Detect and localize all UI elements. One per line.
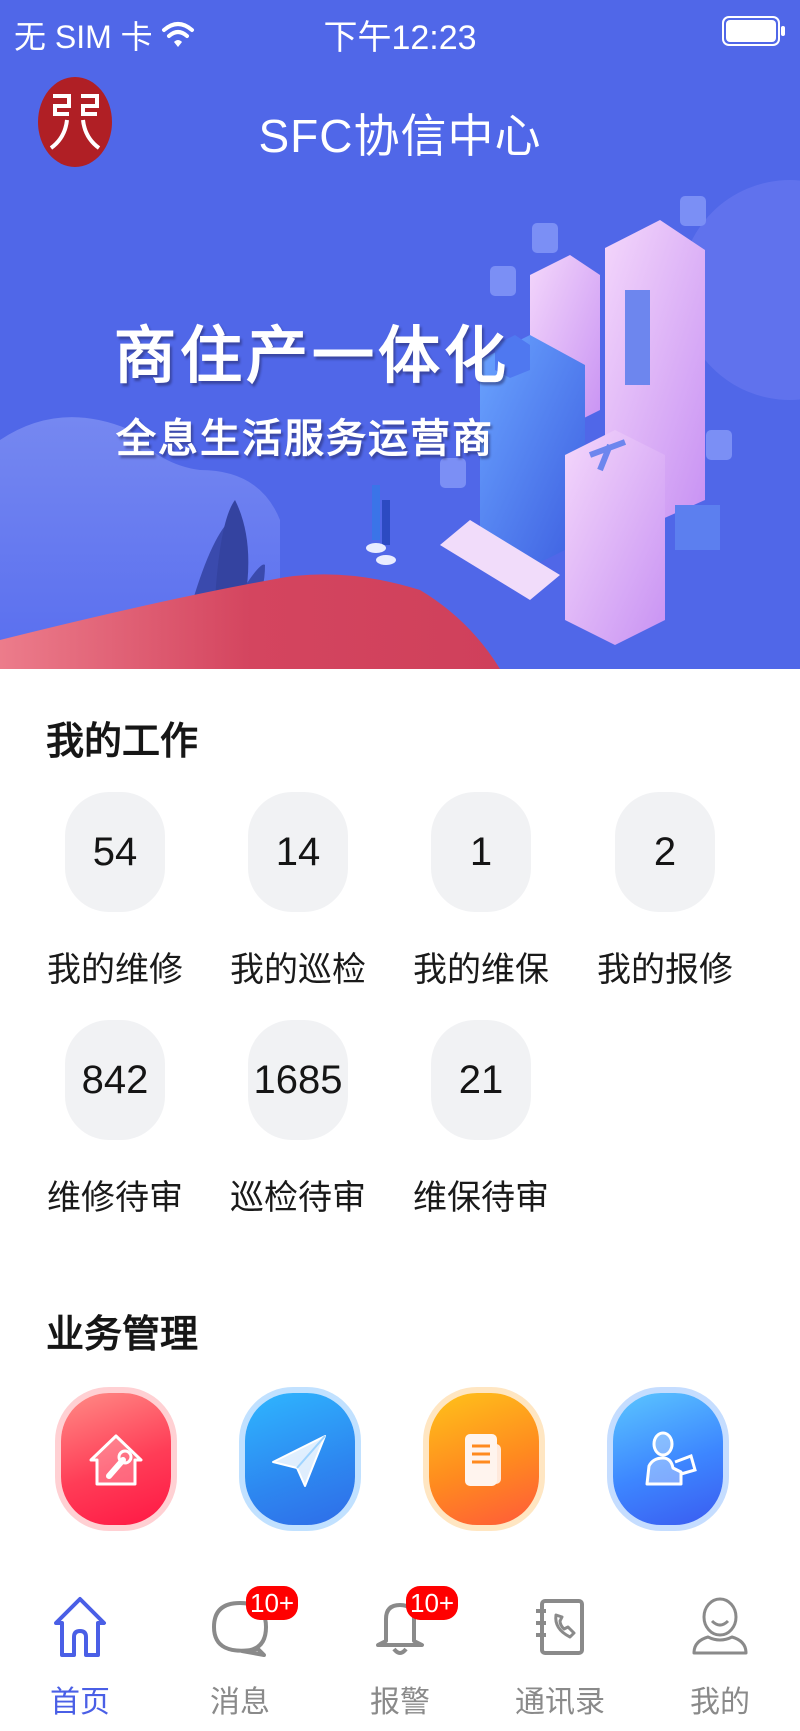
hero-banner[interactable]: 无 SIM 卡 下午12:23 SFC协信中心 商住产一体化 全息生活服务运营商 [0,0,800,669]
document-icon [465,1434,501,1486]
status-bar: 无 SIM 卡 下午12:23 [0,0,800,62]
work-item-my-repair[interactable]: 54 我的维修 [40,792,190,991]
count-badge: 54 [65,792,165,912]
count-badge: 2 [615,792,715,912]
business-send-button[interactable] [245,1393,355,1525]
business-document-button[interactable] [429,1393,539,1525]
contacts-book-icon [536,1599,584,1655]
tab-label: 报警 [370,1686,430,1719]
work-label: 我的维修 [47,951,183,989]
banner-subline: 全息生活服务运营商 [116,417,494,461]
work-item-my-report[interactable]: 2 我的报修 [590,792,740,991]
work-item-my-inspection[interactable]: 14 我的巡检 [223,792,373,991]
status-time: 下午12:23 [323,19,477,57]
tab-label: 通讯录 [515,1686,605,1719]
work-item-repair-pending[interactable]: 842 维修待审 [40,1020,190,1219]
notification-badge: 10+ [246,1586,299,1620]
work-label: 维保待审 [413,1179,549,1217]
work-label: 巡检待审 [230,1179,366,1217]
tab-contacts[interactable]: 通讯录 [480,1585,640,1731]
count-badge: 1685 [248,1020,348,1140]
count-badge: 14 [248,792,348,912]
work-item-maintenance-pending[interactable]: 21 维保待审 [406,1020,556,1219]
count-badge: 1 [431,792,531,912]
notification-badge: 10+ [406,1586,459,1620]
app-title: SFC协信中心 [258,110,542,162]
work-item-my-maintenance[interactable]: 1 我的维保 [406,792,556,991]
business-title: 业务管理 [46,1314,199,1356]
battery-full-icon [722,16,785,46]
user-profile-icon [692,1597,748,1655]
bottom-tab-bar: 首页 10+ 消息 10+ 报警 通讯录 我的 [0,1585,800,1731]
work-label: 我的巡检 [230,951,366,989]
tab-label: 消息 [210,1686,270,1719]
tab-label: 首页 [50,1686,110,1719]
paper-plane-icon [272,1435,326,1487]
person-clipboard-icon [645,1431,697,1486]
my-work-title: 我的工作 [46,721,199,763]
tab-home[interactable]: 首页 [0,1585,160,1731]
work-item-inspection-pending[interactable]: 1685 巡检待审 [223,1020,373,1219]
count-badge: 21 [431,1020,531,1140]
work-label: 我的报修 [597,951,733,989]
tab-alarms[interactable]: 10+ 报警 [320,1585,480,1731]
banner-headline: 商住产一体化 [114,322,511,391]
work-label: 我的维保 [413,951,549,989]
business-repair-button[interactable] [61,1393,171,1525]
business-staff-button[interactable] [613,1393,723,1525]
tab-messages[interactable]: 10+ 消息 [160,1585,320,1731]
tab-profile[interactable]: 我的 [640,1585,800,1731]
house-wrench-icon [89,1434,143,1486]
work-label: 维修待审 [47,1179,183,1217]
home-icon [54,1597,106,1657]
tab-label: 我的 [690,1686,750,1719]
count-badge: 842 [65,1020,165,1140]
